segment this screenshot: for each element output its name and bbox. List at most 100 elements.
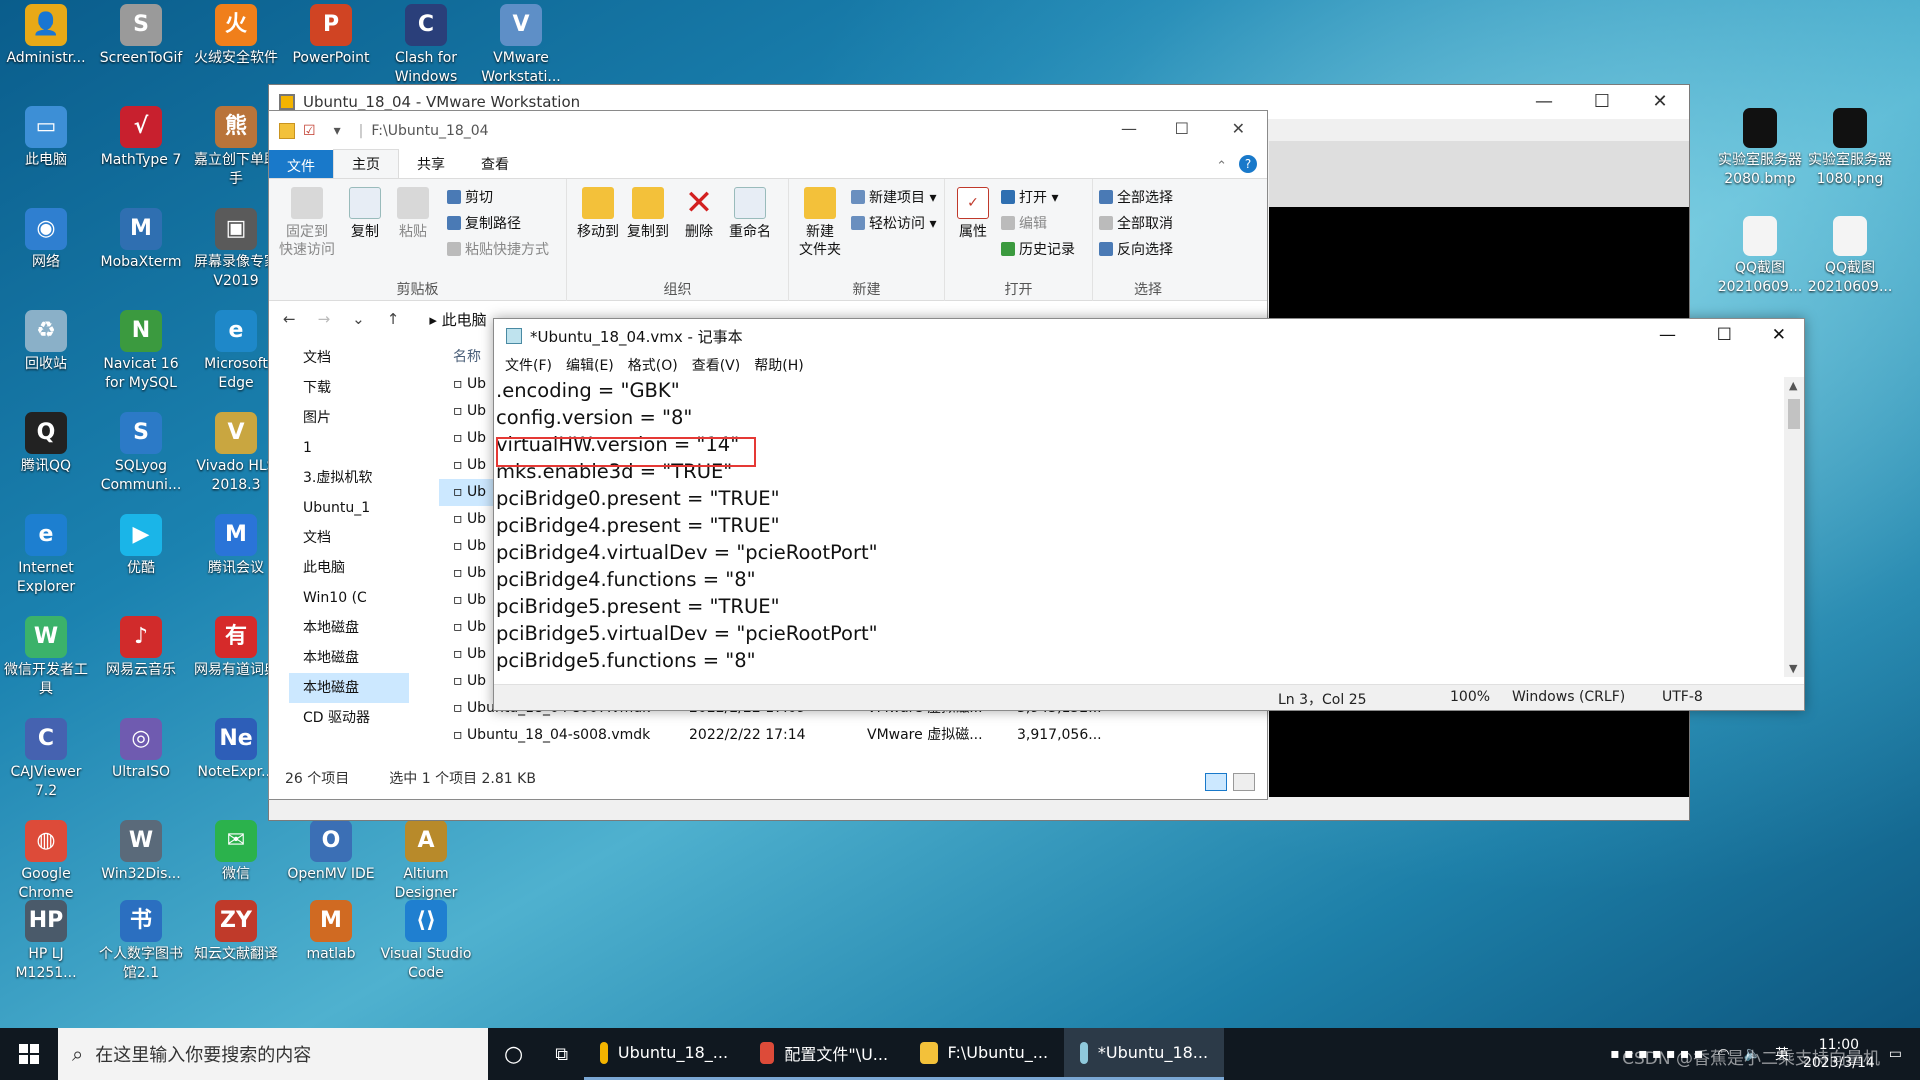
- up-button[interactable]: ↑: [387, 310, 400, 328]
- delete-button[interactable]: ✕ 删除: [679, 186, 719, 241]
- recent-dropdown[interactable]: ⌄: [352, 310, 365, 328]
- file-row-partial[interactable]: ▫ Ub: [439, 560, 499, 587]
- desktop-icon[interactable]: N Navicat 16 for MySQL: [95, 306, 187, 393]
- explorer-titlebar[interactable]: ☑ ▾ | F:\Ubuntu_18_04 — ☐ ✕: [269, 111, 1267, 151]
- notepad-maximize-button[interactable]: ☐: [1717, 325, 1732, 345]
- taskbar-search-box[interactable]: ⌕ 在这里输入你要搜索的内容: [58, 1028, 488, 1080]
- notepad-menu-item[interactable]: 编辑(E): [559, 355, 621, 375]
- desktop-icon[interactable]: W 微信开发者工具: [0, 612, 92, 699]
- desktop-icon[interactable]: ◉ 网络: [0, 204, 92, 272]
- paste-button[interactable]: 粘贴: [391, 187, 435, 241]
- task-view-button[interactable]: ⧉: [539, 1028, 584, 1080]
- nav-pane-item[interactable]: 本地磁盘: [289, 613, 409, 643]
- ribbon-collapse-icon[interactable]: ⌃: [1216, 159, 1227, 174]
- nav-pane-item[interactable]: 文档: [289, 523, 409, 553]
- desktop-icon[interactable]: ▭ 此电脑: [0, 102, 92, 170]
- notepad-menu-item[interactable]: 帮助(H): [747, 355, 810, 375]
- nav-pane-item[interactable]: 文档: [289, 343, 409, 373]
- tab-share[interactable]: 共享: [399, 150, 463, 178]
- tab-home[interactable]: 主页: [333, 149, 399, 178]
- file-row-partial[interactable]: ▫ Ub: [439, 506, 499, 533]
- checkbox-icon[interactable]: ☑: [303, 123, 316, 139]
- taskbar-app-button[interactable]: *Ubuntu_18...: [1064, 1028, 1225, 1080]
- file-row-partial[interactable]: ▫ Ub: [439, 425, 499, 452]
- select-none-button[interactable]: 全部取消: [1099, 213, 1173, 233]
- properties-button[interactable]: ✓ 属性: [951, 187, 995, 241]
- desktop-icon[interactable]: ♻ 回收站: [0, 306, 92, 374]
- copy-path-button[interactable]: 复制路径: [447, 213, 521, 233]
- desktop-icon[interactable]: √ MathType 7: [95, 102, 187, 170]
- vmware-maximize-button[interactable]: ☐: [1573, 85, 1631, 119]
- desktop-icon[interactable]: C Clash for Windows: [380, 0, 472, 87]
- desktop-icon[interactable]: 书个人数字图书馆2.1: [95, 896, 187, 983]
- desktop-icon[interactable]: HP HP LJ M1251...: [0, 896, 92, 983]
- scroll-up-icon[interactable]: ▲: [1789, 379, 1797, 392]
- taskbar-app-button[interactable]: Ubuntu_18_...: [584, 1028, 745, 1080]
- cortana-button[interactable]: ○: [488, 1028, 539, 1080]
- move-to-button[interactable]: 移动到: [573, 187, 623, 241]
- file-row-partial[interactable]: ▫ Ub: [439, 398, 499, 425]
- table-row[interactable]: ▫ Ubuntu_18_04-s008.vmdk 2022/2/22 17:14 V…: [439, 722, 1259, 749]
- desktop-icon[interactable]: Mmatlab: [285, 896, 377, 964]
- desktop-icon[interactable]: W Win32Dis...: [95, 816, 187, 884]
- explorer-minimize-button[interactable]: —: [1121, 119, 1137, 138]
- desktop-file-icon[interactable]: 实验室服务器1080.png: [1804, 104, 1896, 189]
- desktop-icon[interactable]: Q 腾讯QQ: [0, 408, 92, 476]
- notepad-minimize-button[interactable]: —: [1659, 325, 1676, 345]
- desktop-icon[interactable]: V VMware Workstati...: [475, 0, 567, 87]
- tab-file[interactable]: 文件: [269, 150, 333, 178]
- desktop-file-icon[interactable]: QQ截图20210609...: [1804, 212, 1896, 297]
- notepad-window[interactable]: *Ubuntu_18_04.vmx - 记事本 — ☐ ✕ 文件(F) 编辑(E)…: [493, 318, 1805, 711]
- nav-pane-item[interactable]: 此电脑: [289, 553, 409, 583]
- notepad-close-button[interactable]: ✕: [1772, 325, 1786, 345]
- scroll-thumb[interactable]: [1788, 399, 1800, 429]
- explorer-close-button[interactable]: ✕: [1232, 119, 1245, 138]
- scroll-down-icon[interactable]: ▼: [1789, 662, 1797, 675]
- desktop-icon[interactable]: ▶ 优酷: [95, 510, 187, 578]
- vmware-close-button[interactable]: ✕: [1631, 85, 1689, 119]
- copy-to-button[interactable]: 复制到: [623, 187, 673, 241]
- pin-quick-access-button[interactable]: 固定到 快速访问: [277, 187, 337, 259]
- desktop-icon[interactable]: A Altium Designer: [380, 816, 472, 903]
- nav-pane-item[interactable]: CD 驱动器: [289, 703, 409, 733]
- easy-access-button[interactable]: 轻松访问 ▾: [851, 213, 936, 233]
- taskbar-app-button[interactable]: F:\Ubuntu_...: [904, 1028, 1065, 1080]
- copy-button[interactable]: 复制: [343, 187, 387, 241]
- desktop-icon[interactable]: 火火绒安全软件: [190, 0, 282, 68]
- notification-icon[interactable]: ▭: [1889, 1046, 1902, 1062]
- help-icon[interactable]: ?: [1239, 155, 1257, 173]
- notepad-text-area[interactable]: .encoding = "GBK" config.version = "8" vir…: [494, 377, 1784, 701]
- file-row-partial[interactable]: ▫ Ub: [439, 614, 499, 641]
- desktop-icon[interactable]: ♪ 网易云音乐: [95, 612, 187, 680]
- vertical-scrollbar[interactable]: ▲ ▼: [1784, 377, 1804, 677]
- desktop-icon[interactable]: ◍ Google Chrome: [0, 816, 92, 903]
- cut-button[interactable]: 剪切: [447, 187, 493, 207]
- large-icons-view-icon[interactable]: [1233, 773, 1255, 791]
- file-row-partial[interactable]: ▫ Ub: [439, 371, 499, 398]
- desktop-icon[interactable]: ◎ UltraISO: [95, 714, 187, 782]
- desktop-icon[interactable]: S ScreenToGif: [95, 0, 187, 68]
- paste-shortcut-button[interactable]: 粘贴快捷方式: [447, 239, 549, 259]
- nav-pane-item[interactable]: 本地磁盘: [289, 673, 409, 703]
- nav-pane-item[interactable]: Win10 (C: [289, 583, 409, 613]
- explorer-maximize-button[interactable]: ☐: [1175, 119, 1189, 138]
- new-item-button[interactable]: 新建项目 ▾: [851, 187, 936, 207]
- notepad-menu-item[interactable]: 查看(V): [685, 355, 748, 375]
- desktop-file-icon[interactable]: QQ截图20210609...: [1714, 212, 1806, 297]
- notepad-menu-item[interactable]: 格式(O): [621, 355, 685, 375]
- file-row-partial[interactable]: ▫ Ub: [439, 452, 499, 479]
- vmware-minimize-button[interactable]: —: [1515, 85, 1573, 119]
- nav-pane-item[interactable]: Ubuntu_1: [289, 493, 409, 523]
- back-button[interactable]: ←: [283, 310, 296, 328]
- breadcrumb[interactable]: ▸ 此电脑: [429, 309, 486, 330]
- new-folder-button[interactable]: 新建 文件夹: [795, 187, 845, 259]
- details-view-icon[interactable]: [1205, 773, 1227, 791]
- file-row-partial[interactable]: ▫ Ub: [439, 533, 499, 560]
- open-button[interactable]: 打开 ▾: [1001, 187, 1058, 207]
- desktop-icon[interactable]: O OpenMV IDE: [285, 816, 377, 884]
- rename-button[interactable]: 重命名: [723, 187, 777, 241]
- file-row-partial[interactable]: ▫ Ub: [439, 641, 499, 668]
- tab-view[interactable]: 查看: [463, 150, 527, 178]
- edit-button[interactable]: 编辑: [1001, 213, 1047, 233]
- notepad-titlebar[interactable]: *Ubuntu_18_04.vmx - 记事本 — ☐ ✕: [494, 319, 1804, 353]
